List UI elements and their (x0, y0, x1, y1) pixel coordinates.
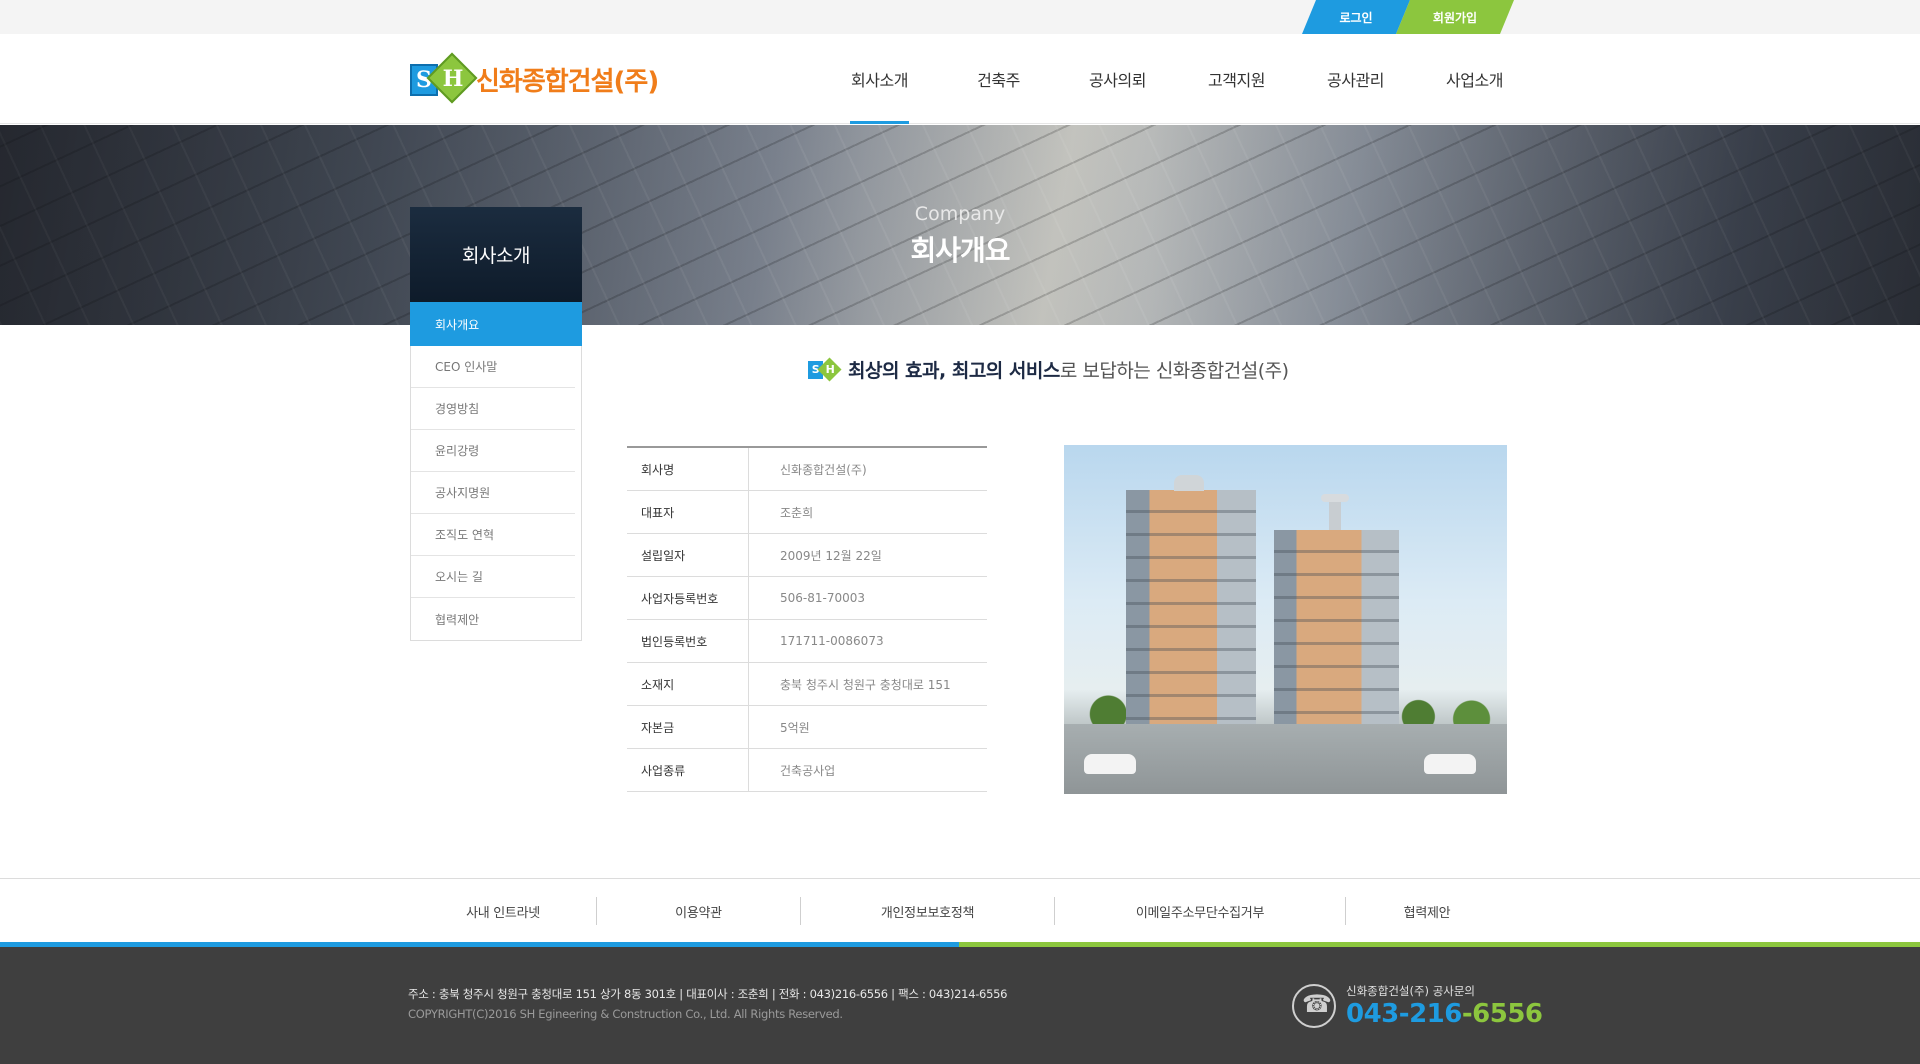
sub-visual-banner: Company 회사개요 (0, 125, 1920, 325)
info-key: 소재지 (627, 663, 749, 705)
footer-links: 사내 인트라넷 이용약관 개인정보보호정책 이메일주소무단수집거부 협력제안 (0, 878, 1920, 942)
info-value: 신화종합건설(주) (780, 462, 867, 477)
side-item-nomination[interactable]: 공사지명원 (411, 472, 575, 514)
nav-management[interactable]: 공사관리 (1296, 34, 1415, 124)
footer-link-partnership[interactable]: 협력제안 (1346, 897, 1508, 925)
side-item-ceo[interactable]: CEO 인사말 (411, 346, 575, 388)
info-value: 건축공사업 (780, 763, 836, 778)
footer-address: 주소 : 충북 청주시 청원구 충청대로 151 상가 8동 301호 | 대표… (408, 987, 1008, 1001)
nav-support[interactable]: 고객지원 (1177, 34, 1296, 124)
top-buttons: 로그인 회원가입 (1302, 0, 1514, 34)
slogan: S H 최상의 효과, 최고의 서비스 로 보답하는 신화종합건설(주) (808, 356, 1289, 383)
logo-h: H (442, 66, 464, 92)
info-value: 171711-0086073 (780, 634, 884, 648)
building-photo (1064, 445, 1507, 794)
info-key: 법인등록번호 (627, 620, 749, 662)
banner-title: 회사개요 (910, 234, 1010, 267)
slogan-normal: 로 보답하는 신화종합건설(주) (1059, 360, 1289, 382)
side-item-overview[interactable]: 회사개요 (410, 302, 582, 346)
banner-subtitle: Company (914, 203, 1006, 225)
header: S H 신화종합건설(주) 회사소개 건축주 공사의뢰 고객지원 공사관리 사업… (0, 34, 1920, 124)
info-key: 회사명 (627, 448, 749, 490)
logo-mark: S H (410, 52, 478, 104)
side-item-organization[interactable]: 조직도 연혁 (411, 514, 575, 556)
info-value: 조춘희 (780, 505, 814, 520)
mini-logo-icon: S H (808, 356, 842, 382)
nav-owner[interactable]: 건축주 (939, 34, 1058, 124)
main-nav: 회사소개 건축주 공사의뢰 고객지원 공사관리 사업소개 (820, 34, 1534, 124)
info-key: 사업자등록번호 (627, 577, 749, 619)
info-value: 충북 청주시 청원구 충청대로 151 (780, 677, 951, 692)
side-menu-list: 회사개요 CEO 인사말 경영방침 윤리강령 공사지명원 조직도 연혁 오시는 … (410, 302, 582, 641)
slogan-bold: 최상의 효과, 최고의 서비스 (848, 360, 1060, 382)
logo-text: 신화종합건설(주) (476, 66, 659, 97)
table-row: 사업자등록번호 506-81-70003 (627, 577, 987, 620)
side-item-policy[interactable]: 경영방침 (411, 388, 575, 430)
footer-link-terms[interactable]: 이용약관 (597, 897, 800, 925)
info-value: 2009년 12월 22일 (780, 548, 882, 563)
side-menu-title: 회사소개 (410, 207, 582, 302)
join-button[interactable]: 회원가입 (1396, 0, 1514, 34)
info-key: 설립일자 (627, 534, 749, 576)
footer-link-intranet[interactable]: 사내 인트라넷 (410, 897, 596, 925)
footer-link-privacy[interactable]: 개인정보보호정책 (801, 897, 1054, 925)
table-row: 설립일자 2009년 12월 22일 (627, 534, 987, 577)
footer-call-center: 신화종합건설(주) 공사문의 043-216-6556 (1292, 983, 1543, 1029)
side-item-ethics[interactable]: 윤리강령 (411, 430, 575, 472)
login-button[interactable]: 로그인 (1302, 0, 1410, 34)
top-utility-bar: 로그인 회원가입 (0, 0, 1920, 34)
call-number[interactable]: 043-216-6556 (1346, 999, 1543, 1029)
footer-link-email-refusal[interactable]: 이메일주소무단수집거부 (1055, 897, 1345, 925)
info-value: 5억원 (780, 720, 810, 735)
table-row: 사업종류 건축공사업 (627, 749, 987, 792)
nav-request[interactable]: 공사의뢰 (1058, 34, 1177, 124)
table-row: 소재지 충북 청주시 청원구 충청대로 151 (627, 663, 987, 706)
footer-copyright: COPYRIGHT(C)2016 SH Egineering & Constru… (408, 1007, 843, 1021)
phone-icon (1292, 984, 1336, 1028)
info-key: 사업종류 (627, 749, 749, 791)
company-info-table: 회사명 신화종합건설(주) 대표자 조춘희 설립일자 2009년 12월 22일 사업… (627, 446, 987, 792)
footer: 주소 : 충북 청주시 청원구 충청대로 151 상가 8동 301호 | 대표… (0, 947, 1920, 1064)
side-menu: 회사소개 회사개요 CEO 인사말 경영방침 윤리강령 공사지명원 조직도 연혁… (410, 207, 582, 641)
table-row: 법인등록번호 171711-0086073 (627, 620, 987, 663)
nav-company[interactable]: 회사소개 (820, 34, 939, 124)
site-logo[interactable]: S H 신화종합건설(주) (410, 52, 659, 104)
call-label: 신화종합건설(주) 공사문의 (1346, 984, 1476, 998)
table-row: 회사명 신화종합건설(주) (627, 448, 987, 491)
table-row: 자본금 5억원 (627, 706, 987, 749)
side-item-partnership[interactable]: 협력제안 (411, 598, 575, 640)
table-row: 대표자 조춘희 (627, 491, 987, 534)
info-key: 대표자 (627, 491, 749, 533)
info-value: 506-81-70003 (780, 591, 866, 605)
info-key: 자본금 (627, 706, 749, 748)
nav-business[interactable]: 사업소개 (1415, 34, 1534, 124)
side-item-location[interactable]: 오시는 길 (411, 556, 575, 598)
